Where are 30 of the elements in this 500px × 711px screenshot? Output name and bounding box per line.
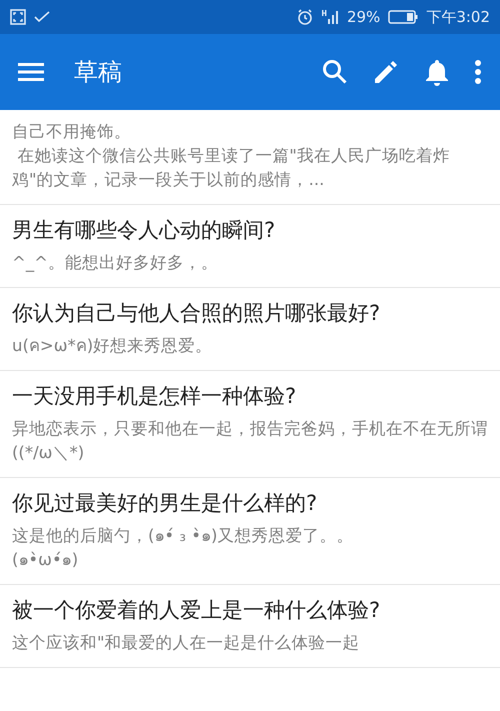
draft-title: 一天没用手机是怎样一种体验? (12, 383, 298, 410)
draft-title: 男生有哪些令人心动的瞬间? (12, 217, 276, 244)
draft-title: 你认为自己与他人合照的照片哪张最好? (12, 300, 382, 327)
clock-time: 下午3:02 (426, 8, 490, 26)
draft-snippet: 异地恋表示，只要和他在一起，报告完爸妈，手机在不在无所谓((*/ω＼*) (12, 418, 488, 464)
battery-icon (388, 10, 418, 24)
draft-title: 被一个你爱着的人爱上是一种什么体验? (12, 597, 382, 624)
draft-item[interactable]: 被一个你爱着的人爱上是一种什么体验? 这个应该和"和最爱的人在一起是什么体验一起 (0, 585, 500, 668)
draft-snippet: 自己不用掩饰。 在她读这个微信公共账号里读了一篇"我在人民广场吃着炸鸡"的文章，记录一段关于以前的感情，... (12, 121, 451, 191)
more-icon[interactable] (474, 59, 482, 85)
draft-item[interactable]: 你认为自己与他人合照的照片哪张最好? u(ค>ω*ค)好想来秀恩爱。 (0, 288, 500, 371)
pencil-icon[interactable] (372, 58, 400, 86)
draft-item[interactable]: 男生有哪些令人心动的瞬间? ^_^。能想出好多好多，。 (0, 205, 500, 288)
alarm-icon (296, 9, 313, 25)
draft-item[interactable]: 自己不用掩饰。 在她读这个微信公共账号里读了一篇"我在人民广场吃着炸鸡"的文章，记录一段关于以前的感情，... (0, 110, 500, 205)
signal-icon (320, 9, 339, 25)
draft-title: 你见过最美好的男生是什么样的? (12, 490, 318, 517)
bell-icon[interactable] (424, 58, 450, 86)
draft-snippet: 这是他的后脑勺，(๑•́ ₃ •̀๑)又想秀恩爱了。。 (๑•̀ω•́๑) (12, 525, 354, 571)
draft-snippet: ^_^。能想出好多好多，。 (12, 252, 219, 274)
draft-item[interactable]: 你见过最美好的男生是什么样的? 这是他的后脑勺，(๑•́ ₃ •̀๑)又想秀恩爱了。。 (๑•̀ω•́๑) (0, 478, 500, 585)
screenshot-icon (10, 9, 26, 25)
search-icon[interactable] (322, 59, 348, 85)
screen-title: 草稿 (74, 57, 123, 88)
battery-percentage: 29% (346, 8, 380, 26)
draft-snippet: 这个应该和"和最爱的人在一起是什么体验一起 (12, 632, 361, 654)
draft-snippet: u(ค>ω*ค)好想来秀恩爱。 (12, 335, 214, 357)
menu-icon[interactable] (18, 62, 44, 82)
check-icon (34, 11, 50, 23)
draft-item[interactable]: 一天没用手机是怎样一种体验? 异地恋表示，只要和他在一起，报告完爸妈，手机在不在无所谓((*/ω＼*) (0, 371, 500, 478)
